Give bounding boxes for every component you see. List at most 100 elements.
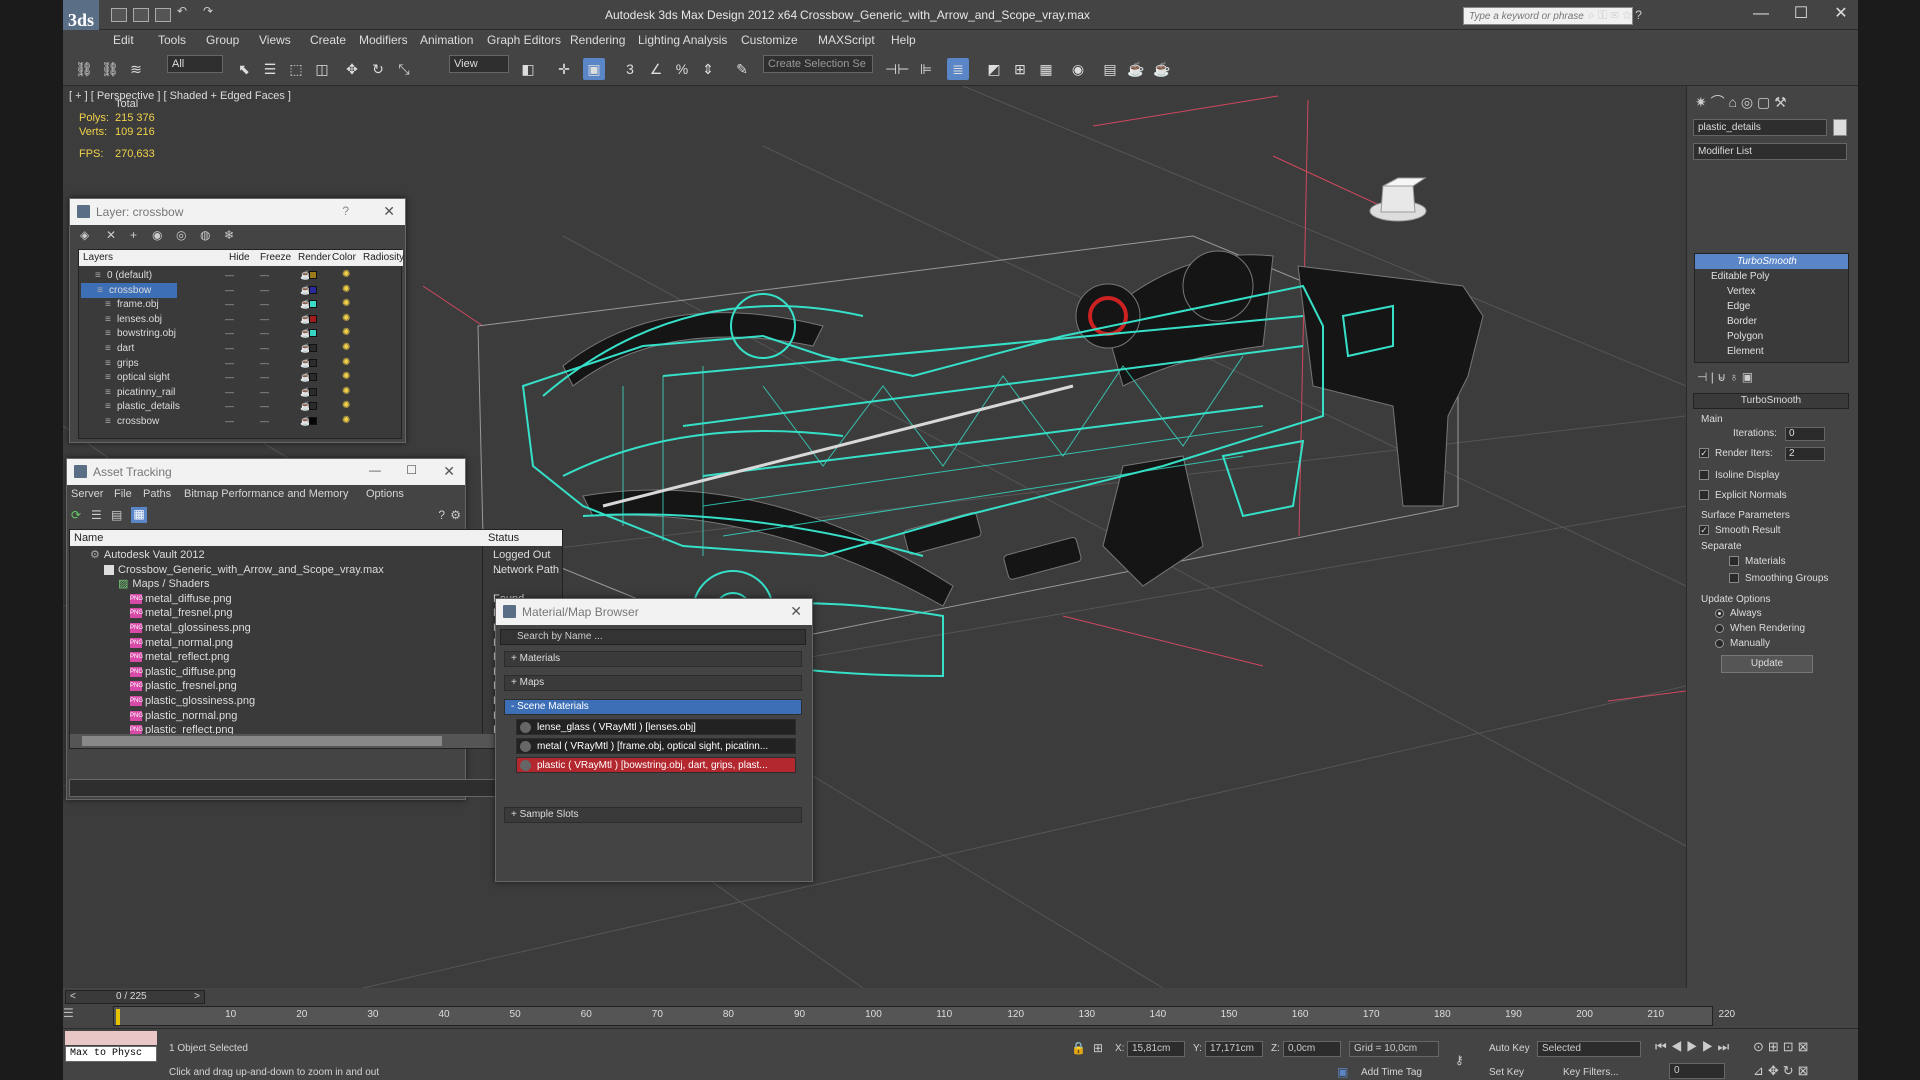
- select-in-layer-icon[interactable]: ◉: [152, 228, 162, 242]
- spinner-snap-icon[interactable]: ⇕: [697, 58, 719, 80]
- hide-toggle[interactable]: —: [225, 283, 234, 298]
- playback-controls[interactable]: ⏮◀▶▶⏭: [1655, 1039, 1733, 1055]
- asset-help-icon[interactable]: ?: [438, 508, 445, 522]
- render-iters-checkbox[interactable]: ✓: [1699, 448, 1709, 459]
- menu-create[interactable]: Create: [310, 33, 346, 47]
- always-radio[interactable]: [1715, 608, 1724, 618]
- grid-view-icon[interactable]: ▦: [131, 507, 147, 523]
- mb-close-button[interactable]: ✕: [790, 603, 802, 620]
- time-tag-icon[interactable]: ▣: [1337, 1065, 1348, 1079]
- col-freeze[interactable]: Freeze: [260, 250, 291, 266]
- render-iters-spinner[interactable]: 2: [1785, 447, 1825, 461]
- z-coord-field[interactable]: 0,0cm: [1283, 1041, 1341, 1057]
- layer-row[interactable]: ≡ optical sight — — ☕ ✺: [79, 370, 479, 385]
- freeze-toggle[interactable]: —: [260, 356, 269, 371]
- layer-color-swatch[interactable]: [309, 417, 317, 425]
- layer-row[interactable]: ≡ 0 (default) — — ☕ ✺: [79, 268, 479, 283]
- menu-tools[interactable]: Tools: [158, 33, 186, 47]
- radiosity-icon[interactable]: ✺: [342, 400, 352, 412]
- stack-vertex[interactable]: Vertex: [1695, 284, 1848, 299]
- freeze-toggle[interactable]: —: [260, 399, 269, 414]
- asset-row[interactable]: PNGmetal_normal.pngFound: [70, 636, 560, 651]
- radiosity-icon[interactable]: ✺: [342, 327, 352, 339]
- layer-row[interactable]: ≡ crossbow — — ☕ ✺: [81, 282, 350, 298]
- mirror-icon[interactable]: ⊣⊢: [885, 58, 909, 80]
- hide-toggle[interactable]: —: [225, 268, 234, 283]
- stack-turbosmooth[interactable]: TurboSmooth: [1695, 254, 1848, 269]
- viewport-nav-controls-2[interactable]: ⊿✥↻⊠: [1753, 1063, 1813, 1079]
- asset-row[interactable]: ⚙ Autodesk Vault 2012 Logged Out ...: [70, 548, 560, 576]
- hide-toggle[interactable]: —: [225, 297, 234, 312]
- layer-row[interactable]: ≡ grips — — ☕ ✺: [79, 356, 479, 371]
- add-to-layer-icon[interactable]: +: [130, 228, 137, 242]
- smooth-result-row[interactable]: ✓ Smooth Result: [1699, 525, 1781, 536]
- col-name[interactable]: Name: [74, 530, 103, 546]
- asset-path-field[interactable]: [69, 779, 563, 797]
- asset-menu-paths[interactable]: Paths: [143, 488, 171, 500]
- layer-color-swatch[interactable]: [309, 300, 317, 309]
- current-frame-field[interactable]: 0: [1669, 1063, 1725, 1079]
- command-panel-tabs[interactable]: ✷ ⌒ ⌂ ◎ ▢ ⚒: [1695, 92, 1855, 112]
- asset-menu-server[interactable]: Server: [71, 488, 103, 500]
- asset-row[interactable]: PNGplastic_diffuse.pngFound: [70, 665, 560, 680]
- layer-row[interactable]: ≡ picatinny_rail — — ☕ ✺: [79, 385, 479, 400]
- menu-rendering[interactable]: Rendering: [570, 33, 625, 47]
- rect-select-icon[interactable]: ⬚: [285, 58, 307, 80]
- window-crossing-icon[interactable]: ◫: [311, 58, 333, 80]
- mb-group-sample-slots[interactable]: + Sample Slots: [504, 807, 802, 823]
- key-filters-button[interactable]: Key Filters...: [1563, 1067, 1619, 1078]
- asset-row[interactable]: PNGmetal_fresnel.pngFound: [70, 606, 560, 621]
- menu-graph-editors[interactable]: Graph Editors: [487, 33, 561, 47]
- perspective-viewport[interactable]: [ + ] [ Perspective ] [ Shaded + Edged F…: [63, 86, 1686, 988]
- smoothing-groups-row[interactable]: Smoothing Groups: [1729, 573, 1828, 584]
- refresh-icon[interactable]: ⟳: [71, 508, 81, 522]
- rendered-frame-icon[interactable]: ▤: [1099, 58, 1121, 80]
- viewport-nav-controls[interactable]: ⊙⊞⊡⊠: [1753, 1039, 1813, 1055]
- minimize-button[interactable]: —: [1741, 3, 1781, 27]
- layer-color-swatch[interactable]: [309, 329, 317, 338]
- asset-menu-file[interactable]: File: [114, 488, 132, 500]
- isoline-row[interactable]: Isoline Display: [1699, 470, 1779, 481]
- menu-modifiers[interactable]: Modifiers: [359, 33, 408, 47]
- auto-key-button[interactable]: Auto Key: [1489, 1043, 1530, 1054]
- mb-titlebar[interactable]: Material/Map Browser ✕: [496, 599, 812, 625]
- mb-search-input[interactable]: Search by Name ...: [500, 629, 806, 645]
- freeze-toggle[interactable]: —: [260, 268, 269, 283]
- maxscript-listener[interactable]: Max to Physc: [65, 1046, 157, 1062]
- snap-toggle-icon[interactable]: 3: [619, 58, 641, 80]
- open-icon[interactable]: [133, 8, 149, 22]
- time-slider[interactable]: < 0 / 225 >: [65, 990, 205, 1004]
- radiosity-icon[interactable]: ✺: [342, 371, 352, 383]
- x-coord-field[interactable]: 15,81cm: [1127, 1041, 1185, 1057]
- freeze-toggle[interactable]: —: [260, 370, 269, 385]
- mini-curve-editor-icon[interactable]: ☰: [63, 1006, 83, 1026]
- select-object-icon[interactable]: ⬉: [233, 58, 255, 80]
- hide-toggle[interactable]: —: [225, 312, 234, 327]
- y-coord-field[interactable]: 17,171cm: [1205, 1041, 1263, 1057]
- asset-menu-options[interactable]: Options: [366, 488, 404, 500]
- update-button[interactable]: Update: [1721, 655, 1813, 673]
- stack-border[interactable]: Border: [1695, 314, 1848, 329]
- col-status[interactable]: Status: [488, 530, 519, 546]
- maxscript-output[interactable]: [65, 1031, 157, 1045]
- asset-menu-bitmap[interactable]: Bitmap Performance and Memory: [184, 488, 348, 500]
- layer-color-swatch[interactable]: [309, 314, 317, 323]
- col-radiosity[interactable]: Radiosity: [363, 250, 404, 266]
- stack-edge[interactable]: Edge: [1695, 299, 1848, 314]
- named-selection-dropdown[interactable]: Create Selection Se: [763, 55, 873, 73]
- iterations-spinner[interactable]: 0: [1785, 427, 1825, 441]
- unlink-icon[interactable]: ⛓: [99, 58, 121, 80]
- layer-color-swatch[interactable]: [309, 285, 317, 294]
- turbosmooth-rollout[interactable]: TurboSmooth: [1693, 393, 1849, 409]
- key-mode-dropdown[interactable]: Selected: [1537, 1041, 1641, 1057]
- edit-named-sel-icon[interactable]: ✎: [731, 58, 753, 80]
- radiosity-icon[interactable]: ✺: [342, 342, 352, 354]
- stack-editable-poly[interactable]: Editable Poly: [1695, 269, 1848, 284]
- close-button[interactable]: ✕: [1821, 3, 1861, 27]
- pivot-icon[interactable]: ◧: [517, 58, 539, 80]
- manually-radio[interactable]: [1715, 638, 1724, 648]
- asset-settings-icon[interactable]: ⚙: [450, 508, 461, 522]
- object-color-swatch[interactable]: [1833, 119, 1847, 136]
- hide-toggle[interactable]: —: [225, 326, 234, 341]
- freeze-all-icon[interactable]: ❄: [224, 228, 234, 242]
